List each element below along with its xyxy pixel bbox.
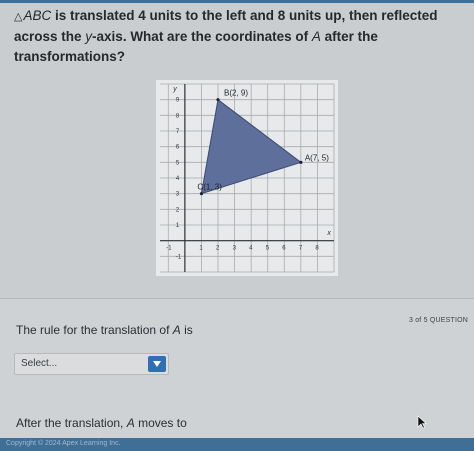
after-translation-prompt: After the translation, A moves to xyxy=(16,416,187,430)
rule-prompt: The rule for the translation of A is xyxy=(16,323,193,337)
graph-svg: xy-1 1 2 3 4 5 6 7 8-1123456789B(2, 9)A(7, 5)C(1… xyxy=(156,80,338,276)
footer-bar: Copyright © 2024 Apex Learning Inc. xyxy=(0,438,474,451)
y-tick-label: -1 xyxy=(176,254,182,260)
rule-variable: A xyxy=(172,323,181,337)
x-tick-label: -1 xyxy=(166,246,172,252)
copyright-text: Copyright © 2024 Apex Learning Inc. xyxy=(6,440,121,447)
mouse-cursor-icon xyxy=(417,415,427,429)
vertex-label: B(2, 9) xyxy=(224,89,248,98)
vertex-label: C(1, 3) xyxy=(197,183,222,192)
rule-suffix: is xyxy=(180,323,193,337)
after-prefix: After the translation, xyxy=(16,416,127,430)
vertex-point xyxy=(199,192,204,196)
coordinate-graph: x y -1 1 2 3 4 5 6 7 8 -1 1 2 3 4 5 6 7 8 9 B(2, 9) A(7, 5) C(1… xyxy=(156,80,338,276)
y-axis-label: y xyxy=(172,86,177,93)
question-text: △ABC is translated 4 units to the left a… xyxy=(14,6,470,67)
question-part-2: -axis. What are the coordinates of xyxy=(92,29,312,44)
dropdown-value: Select... xyxy=(21,358,58,369)
question-progress: 3 of 5 QUESTION xyxy=(408,317,468,324)
point-variable: A xyxy=(311,29,321,44)
triangle-name: ABC xyxy=(23,8,52,23)
rule-dropdown[interactable]: Select... xyxy=(14,353,169,375)
chevron-down-icon[interactable] xyxy=(148,356,166,372)
vertex-label: A(7, 5) xyxy=(305,153,329,162)
triangle-symbol: △ xyxy=(14,11,23,23)
x-axis-label: x xyxy=(326,230,331,237)
answer-panel: 3 of 5 QUESTION The rule for the transla… xyxy=(0,298,474,438)
top-edge-bar xyxy=(0,0,474,3)
vertex-point xyxy=(216,98,220,102)
rule-prefix: The rule for the translation of xyxy=(16,323,173,337)
vertex-point xyxy=(299,160,303,164)
after-suffix: moves to xyxy=(134,416,187,430)
after-variable: A xyxy=(126,416,135,430)
